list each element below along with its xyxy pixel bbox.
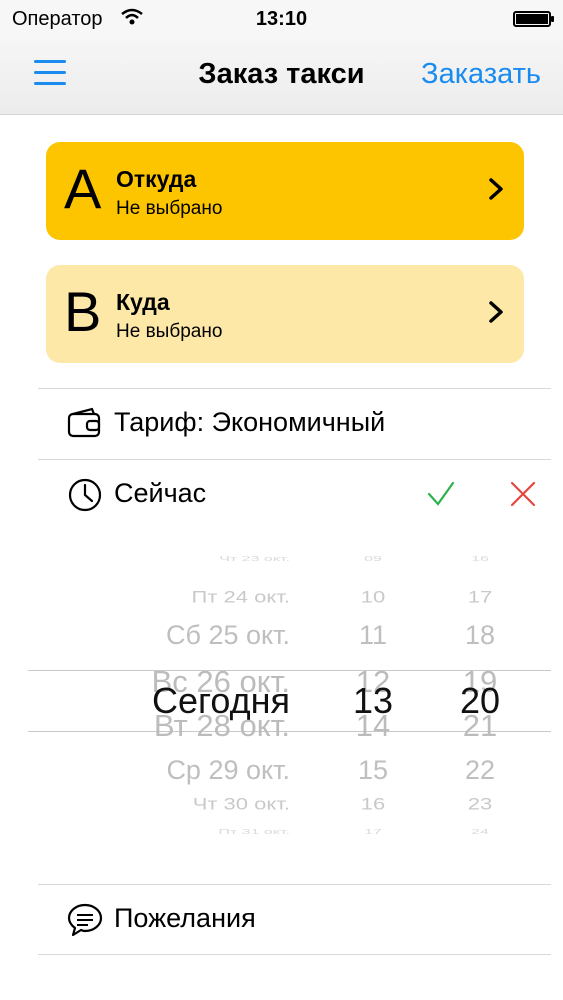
picker-minute-item[interactable]: 24 (445, 828, 515, 835)
speech-bubble-icon (67, 903, 103, 937)
checkmark-icon[interactable] (425, 478, 457, 510)
from-address-card[interactable]: A Откуда Не выбрано (46, 142, 524, 240)
navigation-bar: Заказ такси Заказать (0, 38, 563, 115)
picker-date-item[interactable]: Чт 23 окт. (28, 555, 290, 562)
picker-minute-item[interactable]: 23 (445, 795, 515, 813)
chevron-right-icon (489, 301, 503, 323)
wishes-label: Пожелания (114, 903, 256, 933)
to-value: Не выбрано (116, 321, 223, 342)
time-label: Сейчас (114, 478, 207, 508)
picker-minute-item[interactable]: 18 (445, 621, 515, 649)
wishes-row[interactable]: Пожелания (38, 885, 551, 955)
picker-minute-item[interactable]: 17 (445, 588, 515, 606)
picker-date-item[interactable]: Ср 29 окт. (28, 756, 290, 784)
tariff-row[interactable]: Тариф: Экономичный (38, 389, 551, 459)
hour-wheel[interactable]: 09 10 11 12 13 14 15 16 17 (338, 535, 408, 860)
picker-hour-item[interactable]: 10 (338, 588, 408, 606)
chevron-right-icon (489, 178, 503, 200)
picker-date-item[interactable]: Вт 28 окт. (28, 710, 290, 741)
tariff-label: Тариф: Экономичный (114, 407, 386, 437)
point-b-letter: B (64, 280, 102, 343)
close-icon[interactable] (507, 478, 539, 510)
picker-minute-item[interactable]: 22 (445, 756, 515, 784)
status-bar: Оператор 13:10 (0, 0, 563, 38)
picker-hour-item[interactable]: 14 (338, 710, 408, 741)
picker-hour-item[interactable]: 15 (338, 756, 408, 784)
order-button[interactable]: Заказать (421, 58, 541, 91)
picker-hour-item[interactable]: 09 (338, 555, 408, 562)
clock-icon (68, 478, 102, 512)
from-value: Не выбрано (116, 198, 223, 219)
picker-hour-item[interactable]: 17 (338, 828, 408, 835)
date-wheel[interactable]: Чт 23 окт. Пт 24 окт. Сб 25 окт. Вс 26 окт.… (28, 535, 290, 860)
point-a-letter: A (64, 157, 102, 220)
wallet-icon (67, 407, 101, 438)
picker-hour-item[interactable]: 16 (338, 795, 408, 813)
time-row[interactable]: Сейчас (38, 460, 551, 530)
divider (38, 954, 551, 955)
minute-wheel[interactable]: 16 17 18 19 20 21 22 23 24 (445, 535, 515, 860)
to-label: Куда (116, 289, 170, 315)
battery-icon (513, 11, 554, 27)
picker-date-item[interactable]: Сб 25 окт. (28, 621, 290, 649)
picker-date-item[interactable]: Пт 31 окт. (28, 828, 290, 835)
status-time: 13:10 (255, 8, 308, 30)
picker-hour-item[interactable]: 11 (338, 621, 408, 649)
picker-minute-item[interactable]: 16 (445, 555, 515, 562)
to-address-card[interactable]: B Куда Не выбрано (46, 265, 524, 363)
from-label: Откуда (116, 166, 197, 192)
date-time-picker[interactable]: Чт 23 окт. Пт 24 окт. Сб 25 окт. Вс 26 окт.… (28, 535, 551, 860)
picker-date-item[interactable]: Чт 30 окт. (28, 795, 290, 813)
picker-minute-item[interactable]: 21 (445, 710, 515, 741)
picker-date-item[interactable]: Пт 24 окт. (28, 588, 290, 606)
